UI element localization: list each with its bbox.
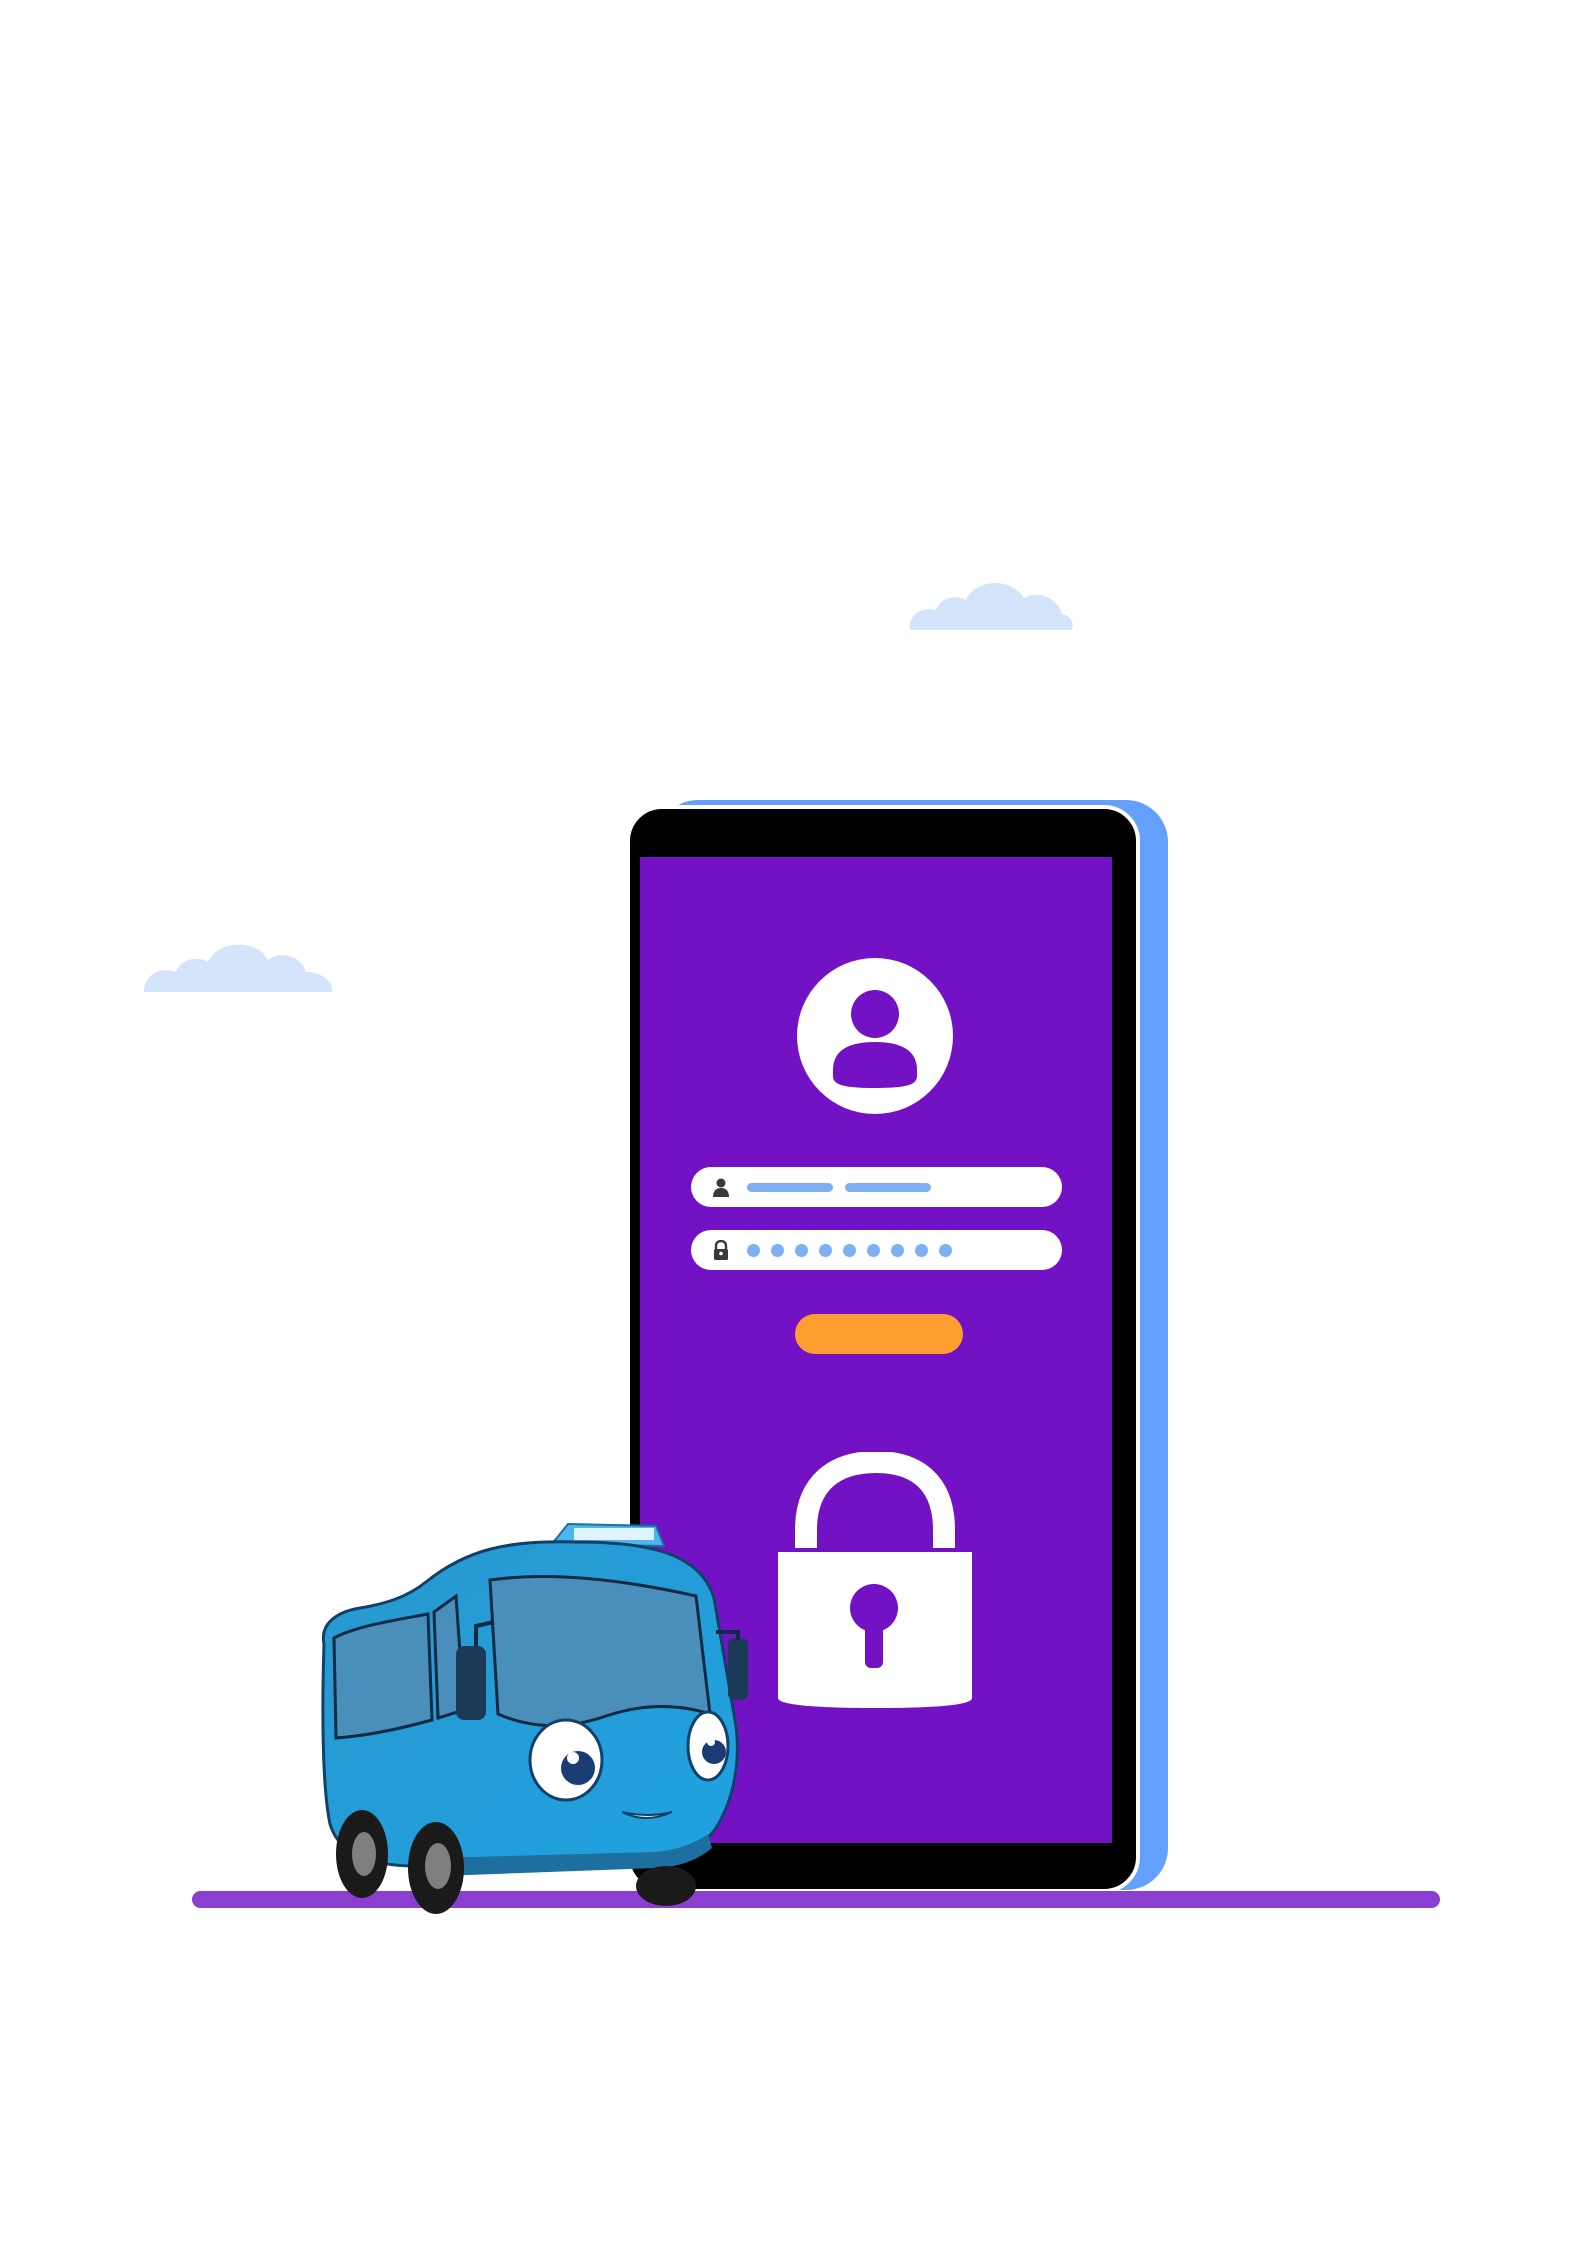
lock-icon <box>714 1240 728 1260</box>
cloud-icon <box>909 583 1073 630</box>
username-placeholder <box>747 1175 943 1199</box>
user-icon <box>713 1178 729 1197</box>
cloud-icon <box>144 944 333 992</box>
bus-character <box>321 1522 748 1914</box>
password-placeholder <box>747 1238 963 1262</box>
user-avatar-icon <box>797 958 953 1114</box>
username-field[interactable] <box>691 1167 1062 1207</box>
padlock-icon <box>778 1452 972 1708</box>
password-field[interactable] <box>691 1230 1062 1270</box>
login-button[interactable] <box>795 1314 963 1354</box>
login-illustration <box>0 0 1587 2245</box>
